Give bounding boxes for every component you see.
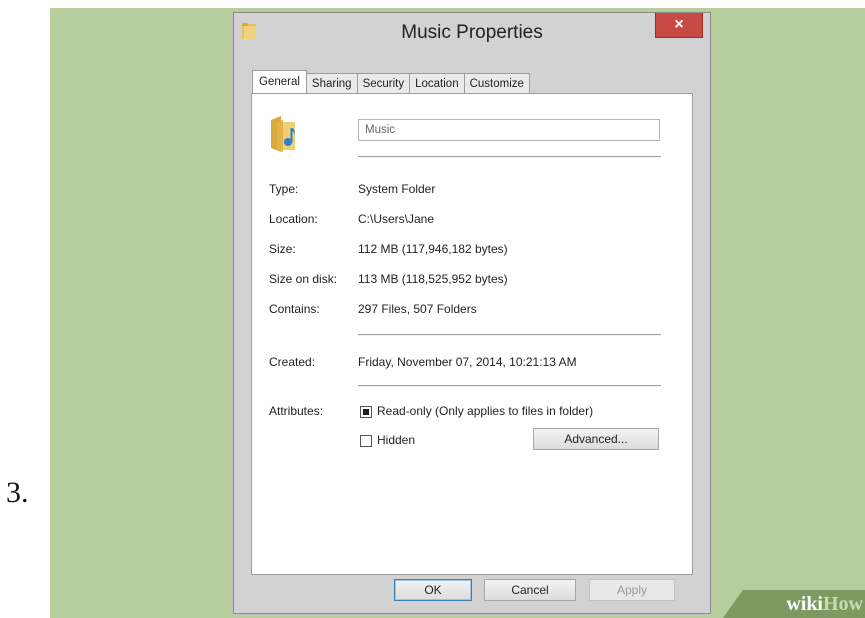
read-only-label: Read-only (Only applies to files in fold… (377, 404, 594, 418)
watermark-how: How (823, 592, 863, 615)
created-value: Friday, November 07, 2014, 10:21:13 AM (358, 355, 577, 369)
size-value: 112 MB (117,946,182 bytes) (358, 242, 508, 256)
divider (358, 334, 661, 336)
watermark-wiki: wiki (786, 592, 823, 615)
size-on-disk-label: Size on disk: (269, 272, 338, 286)
ok-button[interactable]: OK (394, 579, 472, 601)
folder-name-input[interactable]: Music (358, 119, 660, 141)
tab-strip: General Sharing Security Location Custom… (252, 70, 530, 93)
tab-sharing[interactable]: Sharing (305, 73, 358, 93)
location-value: C:\Users\Jane (358, 212, 435, 226)
divider (358, 385, 661, 387)
title-bar[interactable]: Music Properties × (234, 13, 710, 53)
indeterminate-mark (363, 409, 369, 415)
divider (358, 156, 661, 158)
music-folder-icon (271, 116, 295, 152)
created-label: Created: (269, 355, 316, 369)
size-label: Size: (269, 242, 296, 256)
hidden-label: Hidden (377, 433, 416, 447)
type-value: System Folder (358, 182, 436, 196)
apply-button[interactable]: Apply (589, 579, 675, 601)
read-only-checkbox[interactable] (360, 406, 372, 418)
contains-value: 297 Files, 507 Folders (358, 302, 477, 316)
size-on-disk-value: 113 MB (118,525,952 bytes) (358, 272, 508, 286)
properties-dialog: Music Properties × General Sharing Secur… (233, 12, 711, 614)
attributes-label: Attributes: (269, 404, 324, 418)
wikihow-watermark: wiki How (723, 590, 865, 618)
window-title: Music Properties (401, 22, 543, 43)
tab-security[interactable]: Security (356, 73, 411, 93)
cancel-button[interactable]: Cancel (484, 579, 576, 601)
tab-customize[interactable]: Customize (463, 73, 530, 93)
hidden-checkbox[interactable] (360, 435, 372, 447)
general-tab-panel: Music Type: System Folder Location: C:\U… (251, 93, 693, 575)
close-button[interactable]: × (655, 13, 703, 38)
tab-location[interactable]: Location (409, 73, 465, 93)
green-backdrop: Music Properties × General Sharing Secur… (50, 8, 865, 618)
advanced-button[interactable]: Advanced... (533, 428, 659, 450)
tab-general[interactable]: General (252, 70, 307, 93)
type-label: Type: (269, 182, 299, 196)
location-label: Location: (269, 212, 318, 226)
contains-label: Contains: (269, 302, 320, 316)
step-number: 3. (6, 476, 29, 509)
